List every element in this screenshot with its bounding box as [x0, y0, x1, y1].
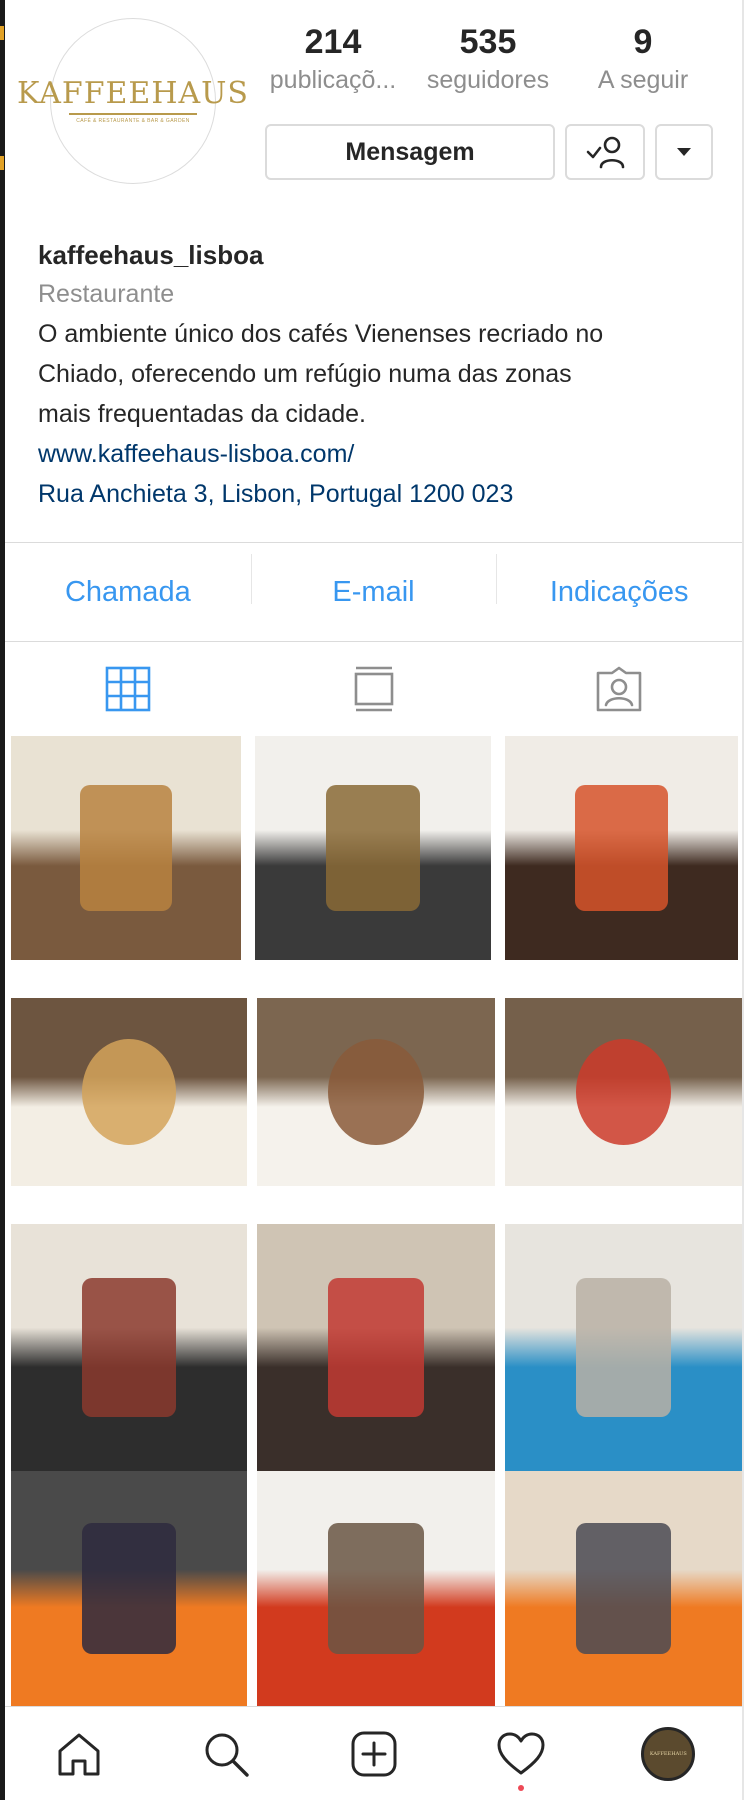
feed-icon: [354, 666, 393, 712]
post-thumbnail[interactable]: [11, 736, 241, 960]
stat-followers[interactable]: 535 seguidores: [413, 22, 563, 98]
post-subject-shape: [574, 785, 669, 911]
stat-following[interactable]: 9 A seguir: [568, 22, 718, 98]
post-subject-shape: [576, 1522, 671, 1655]
stat-following-count: 9: [633, 23, 653, 61]
profile-avatar-icon: KAFFEEHAUS: [641, 1726, 696, 1781]
post-subject-shape: [328, 1278, 424, 1417]
nav-home[interactable]: [5, 1730, 152, 1778]
photo-grid: [5, 736, 742, 1706]
bottom-navigation: KAFFEEHAUS: [5, 1706, 742, 1800]
post-thumbnail[interactable]: [11, 998, 247, 1186]
contact-actions: Chamada E-mail Indicações: [5, 542, 742, 642]
nav-add-post[interactable]: [300, 1730, 447, 1778]
tab-grid[interactable]: [5, 643, 251, 735]
nav-profile[interactable]: KAFFEEHAUS: [595, 1726, 742, 1781]
search-icon: [205, 1733, 249, 1777]
avatar-logo-rule: [69, 112, 197, 115]
stat-posts-count: 214: [304, 23, 362, 61]
profile-bio: kaffeehaus_lisboa Restaurante O ambiente…: [38, 236, 718, 514]
directions-button[interactable]: Indicações: [496, 553, 742, 609]
post-subject-shape: [576, 1039, 671, 1145]
message-button[interactable]: Mensagem: [265, 124, 555, 180]
grid-icon: [105, 666, 151, 712]
website-link[interactable]: www.kaffeehaus-lisboa.com/: [38, 434, 718, 474]
caret-down-icon: [677, 148, 691, 156]
heart-icon: [497, 1732, 545, 1774]
stat-following-label: A seguir: [597, 66, 689, 94]
post-subject-shape: [576, 1278, 671, 1417]
post-thumbnail[interactable]: [257, 998, 495, 1186]
profile-stats: 214 publicaçõ... 535 seguidores 9 A segu…: [258, 22, 718, 98]
post-subject-shape: [328, 1039, 424, 1145]
following-button[interactable]: [565, 124, 645, 180]
post-thumbnail[interactable]: [505, 1224, 742, 1471]
call-button[interactable]: Chamada: [5, 576, 251, 609]
post-thumbnail[interactable]: [505, 736, 738, 960]
more-options-button[interactable]: [655, 124, 713, 180]
add-post-icon: [351, 1731, 397, 1776]
stat-posts[interactable]: 214 publicaçõ...: [258, 22, 408, 98]
post-thumbnail[interactable]: [257, 1224, 495, 1471]
stat-posts-label: publicaçõ...: [269, 66, 397, 94]
post-thumbnail[interactable]: [11, 1224, 247, 1471]
address-link[interactable]: Rua Anchieta 3, Lisbon, Portugal 1200 02…: [38, 474, 718, 514]
post-subject-shape: [81, 1278, 177, 1417]
stat-followers-label: seguidores: [426, 66, 550, 94]
avatar-logo-text: KAFFEEHAUS: [17, 75, 249, 111]
mini-avatar-logo: KAFFEEHAUS: [649, 1750, 687, 1757]
profile-category: Restaurante: [38, 280, 175, 308]
bio-line: O ambiente único dos cafés Vienenses rec…: [38, 320, 604, 348]
avatar-logo-subtext: CAFÉ & RESTAURANTE & BAR & GARDEN: [76, 117, 190, 124]
profile-username: kaffeehaus_lisboa: [38, 240, 264, 270]
profile-header: KAFFEEHAUS CAFÉ & RESTAURANTE & BAR & GA…: [0, 0, 744, 200]
post-thumbnail[interactable]: [255, 736, 491, 960]
home-icon: [58, 1733, 100, 1775]
post-thumbnail[interactable]: [505, 998, 742, 1186]
post-thumbnail[interactable]: [505, 1471, 742, 1706]
email-button[interactable]: E-mail: [250, 553, 497, 609]
tab-feed[interactable]: [251, 643, 497, 735]
post-subject-shape: [81, 1522, 177, 1655]
post-subject-shape: [80, 785, 172, 911]
post-subject-shape: [328, 1522, 424, 1655]
profile-tabs: [5, 643, 742, 735]
profile-avatar[interactable]: KAFFEEHAUS CAFÉ & RESTAURANTE & BAR & GA…: [17, 18, 248, 184]
tagged-icon: [596, 666, 642, 712]
tab-tagged[interactable]: [496, 643, 742, 735]
post-thumbnail[interactable]: [11, 1471, 247, 1706]
post-thumbnail[interactable]: [257, 1471, 495, 1706]
nav-search[interactable]: [152, 1730, 299, 1778]
nav-activity[interactable]: [447, 1731, 594, 1791]
person-check-icon: [586, 136, 625, 169]
post-subject-shape: [81, 1039, 177, 1145]
stat-followers-count: 535: [459, 23, 517, 61]
bio-line: Chiado, oferecendo um refúgio numa das z…: [38, 360, 572, 388]
bio-line: mais frequentadas da cidade.: [38, 400, 366, 428]
post-subject-shape: [325, 785, 421, 911]
notification-dot: [517, 1784, 524, 1791]
